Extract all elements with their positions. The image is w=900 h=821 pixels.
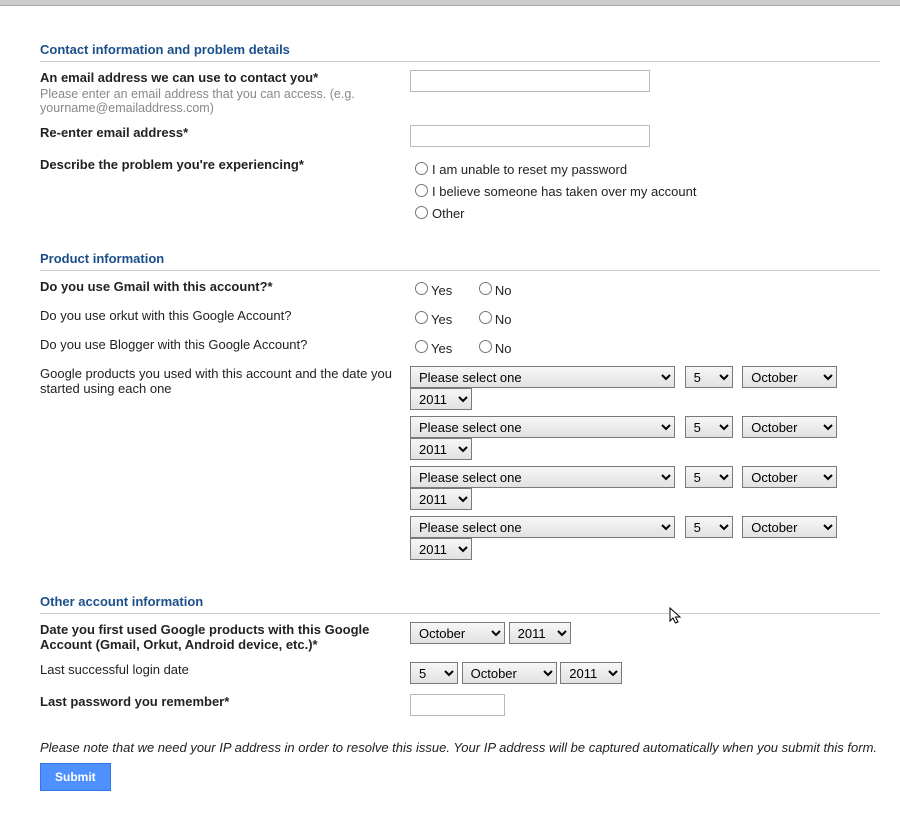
products-label: Google products you used with this accou… (40, 366, 392, 396)
product-select-1[interactable]: Please select one (410, 366, 675, 388)
products-field: Please select one 5 October 2011 Please … (410, 366, 880, 566)
first-used-label: Date you first used Google products with… (40, 622, 369, 652)
blogger-no: No (495, 341, 512, 356)
row-last-login: Last successful login date 5 October 201… (40, 654, 880, 686)
orkut-yes: Yes (431, 312, 452, 327)
year-select-2[interactable]: 2011 (410, 438, 472, 460)
year-select-3[interactable]: 2011 (410, 488, 472, 510)
product-row-4: Please select one 5 October 2011 (410, 516, 880, 560)
blogger-yes: Yes (431, 341, 452, 356)
orkut-yes-radio[interactable] (415, 311, 428, 324)
row-orkut: Do you use orkut with this Google Accoun… (40, 300, 880, 329)
blogger-yes-radio[interactable] (415, 340, 428, 353)
submit-button[interactable]: Submit (40, 763, 111, 791)
day-select-3[interactable]: 5 (685, 466, 733, 488)
blogger-no-radio[interactable] (479, 340, 492, 353)
orkut-no: No (495, 312, 512, 327)
gmail-no-radio[interactable] (479, 282, 492, 295)
row-last-password: Last password you remember* (40, 686, 880, 718)
orkut-label: Do you use orkut with this Google Accoun… (40, 308, 291, 323)
product-select-4[interactable]: Please select one (410, 516, 675, 538)
gmail-yes-radio[interactable] (415, 282, 428, 295)
form-container: Contact information and problem details … (20, 6, 880, 821)
gmail-label: Do you use Gmail with this account?* (40, 279, 273, 294)
problem-option-other: Other (432, 206, 465, 221)
last-login-label: Last successful login date (40, 662, 189, 677)
problem-radio-reset[interactable] (415, 162, 428, 175)
problem-radio-takeover[interactable] (415, 184, 428, 197)
first-year-select[interactable]: 2011 (509, 622, 571, 644)
problem-option-reset: I am unable to reset my password (432, 162, 627, 177)
month-select-4[interactable]: October (742, 516, 837, 538)
year-select-1[interactable]: 2011 (410, 388, 472, 410)
gmail-yes: Yes (431, 283, 452, 298)
last-day-select[interactable]: 5 (410, 662, 458, 684)
row-blogger: Do you use Blogger with this Google Acco… (40, 329, 880, 358)
row-products: Google products you used with this accou… (40, 358, 880, 568)
gmail-no: No (495, 283, 512, 298)
problem-radio-other[interactable] (415, 206, 428, 219)
product-row-1: Please select one 5 October 2011 (410, 366, 880, 410)
last-year-select[interactable]: 2011 (560, 662, 622, 684)
section-other-title: Other account information (40, 586, 880, 614)
reenter-label: Re-enter email address* (40, 125, 400, 140)
row-email: An email address we can use to contact y… (40, 62, 880, 117)
section-product-title: Product information (40, 243, 880, 271)
row-gmail: Do you use Gmail with this account?* Yes… (40, 271, 880, 300)
email-input[interactable] (410, 70, 650, 92)
section-contact-title: Contact information and problem details (40, 34, 880, 62)
day-select-4[interactable]: 5 (685, 516, 733, 538)
last-month-select[interactable]: October (462, 662, 557, 684)
product-row-2: Please select one 5 October 2011 (410, 416, 880, 460)
row-reenter: Re-enter email address* (40, 117, 880, 149)
orkut-no-radio[interactable] (479, 311, 492, 324)
first-month-select[interactable]: October (410, 622, 505, 644)
ip-note: Please note that we need your IP address… (40, 740, 900, 755)
product-select-3[interactable]: Please select one (410, 466, 675, 488)
product-select-2[interactable]: Please select one (410, 416, 675, 438)
row-first-used: Date you first used Google products with… (40, 614, 880, 654)
email-hint: Please enter an email address that you c… (40, 87, 400, 115)
row-describe: Describe the problem you're experiencing… (40, 149, 880, 225)
product-row-3: Please select one 5 October 2011 (410, 466, 880, 510)
describe-label: Describe the problem you're experiencing… (40, 157, 400, 172)
last-password-label: Last password you remember* (40, 694, 229, 709)
day-select-2[interactable]: 5 (685, 416, 733, 438)
year-select-4[interactable]: 2011 (410, 538, 472, 560)
last-password-input[interactable] (410, 694, 505, 716)
month-select-1[interactable]: October (742, 366, 837, 388)
email-label: An email address we can use to contact y… (40, 70, 400, 85)
month-select-2[interactable]: October (742, 416, 837, 438)
reenter-input[interactable] (410, 125, 650, 147)
day-select-1[interactable]: 5 (685, 366, 733, 388)
blogger-label: Do you use Blogger with this Google Acco… (40, 337, 307, 352)
month-select-3[interactable]: October (742, 466, 837, 488)
problem-option-takeover: I believe someone has taken over my acco… (432, 184, 696, 199)
